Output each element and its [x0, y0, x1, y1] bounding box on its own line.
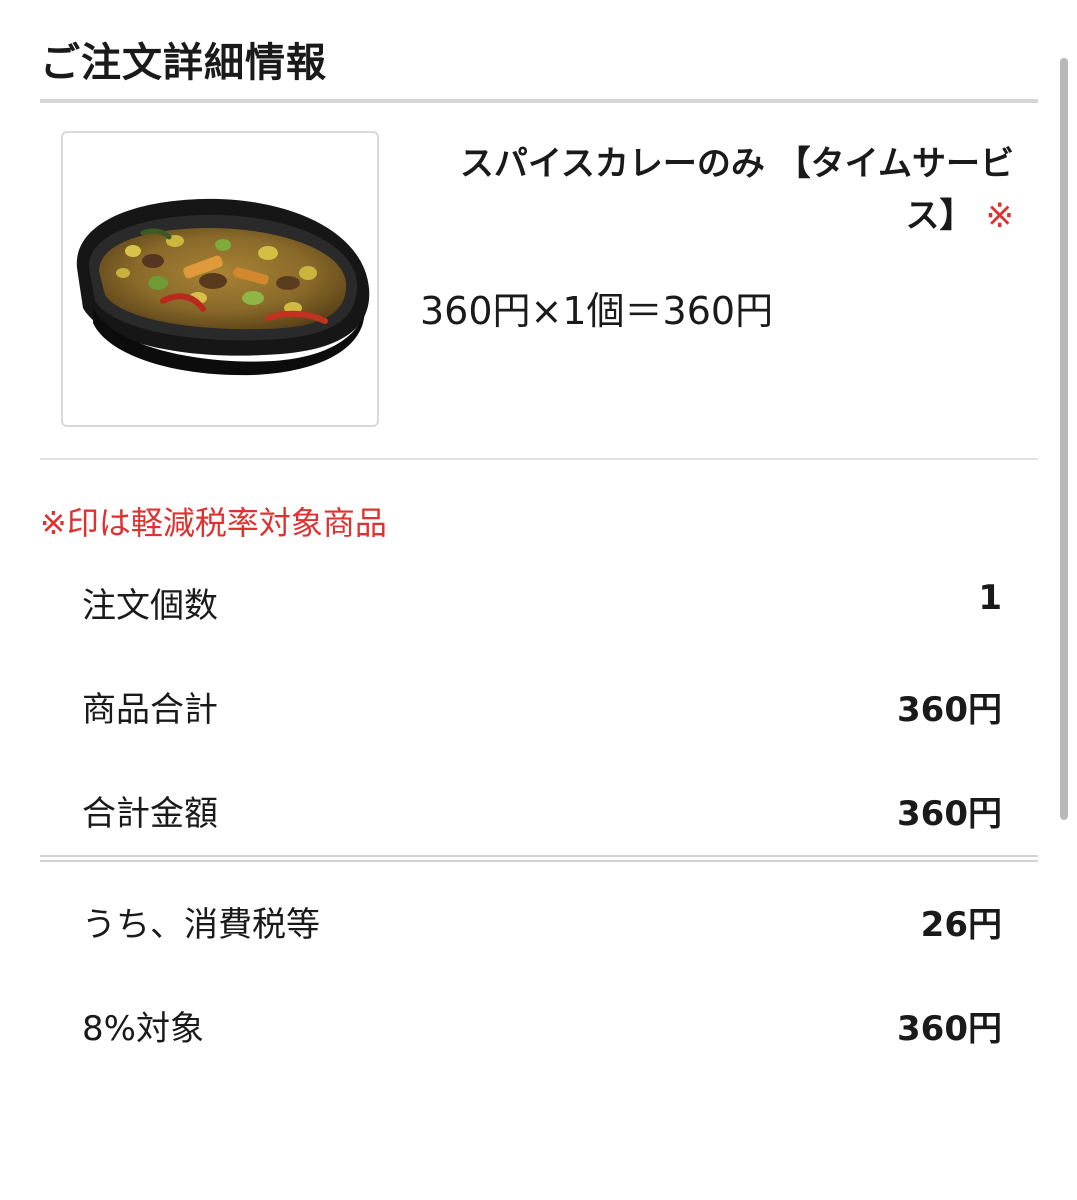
- summary-row-total: 合計金額 360円: [82, 786, 1002, 836]
- subtotal-value: 360円: [897, 690, 1002, 730]
- product-divider: [40, 458, 1038, 460]
- included-tax-value: 26円: [920, 905, 1002, 945]
- summary-row-rate8: 8%対象 360円: [82, 1001, 1002, 1051]
- order-count-label: 注文個数: [82, 586, 218, 626]
- total-label: 合計金額: [82, 794, 218, 834]
- order-count-value: 1: [978, 578, 1002, 618]
- product-name[interactable]: スパイスカレーのみ 【タイムサービス】: [460, 144, 1014, 236]
- summary-row-included-tax: うち、消費税等 26円: [82, 897, 1002, 947]
- subtotal-label: 商品合計: [82, 690, 218, 730]
- total-divider: [40, 855, 1038, 862]
- vertical-scrollbar[interactable]: [1060, 58, 1068, 820]
- product-name-block[interactable]: スパイスカレーのみ 【タイムサービス】 ※: [418, 138, 1014, 242]
- rate8-value: 360円: [897, 1009, 1002, 1049]
- reduced-tax-note: ※印は軽減税率対象商品: [40, 504, 387, 542]
- spice-curry-photo-icon: [76, 198, 370, 376]
- included-tax-label: うち、消費税等: [82, 905, 320, 945]
- title-divider: [40, 99, 1038, 103]
- product-image: [61, 131, 379, 427]
- summary-row-subtotal: 商品合計 360円: [82, 682, 1002, 732]
- order-detail-page: ご注文詳細情報 スパイスカレーのみ 【タイムサービス】 ※ 360円×1個＝36…: [0, 0, 1077, 1200]
- reduced-tax-mark: ※: [985, 196, 1015, 236]
- page-title: ご注文詳細情報: [40, 40, 327, 86]
- rate8-label: 8%対象: [82, 1009, 204, 1049]
- product-price-line: 360円×1個＝360円: [420, 289, 774, 333]
- total-value: 360円: [897, 794, 1002, 834]
- summary-row-order-count: 注文個数 1: [82, 578, 1002, 628]
